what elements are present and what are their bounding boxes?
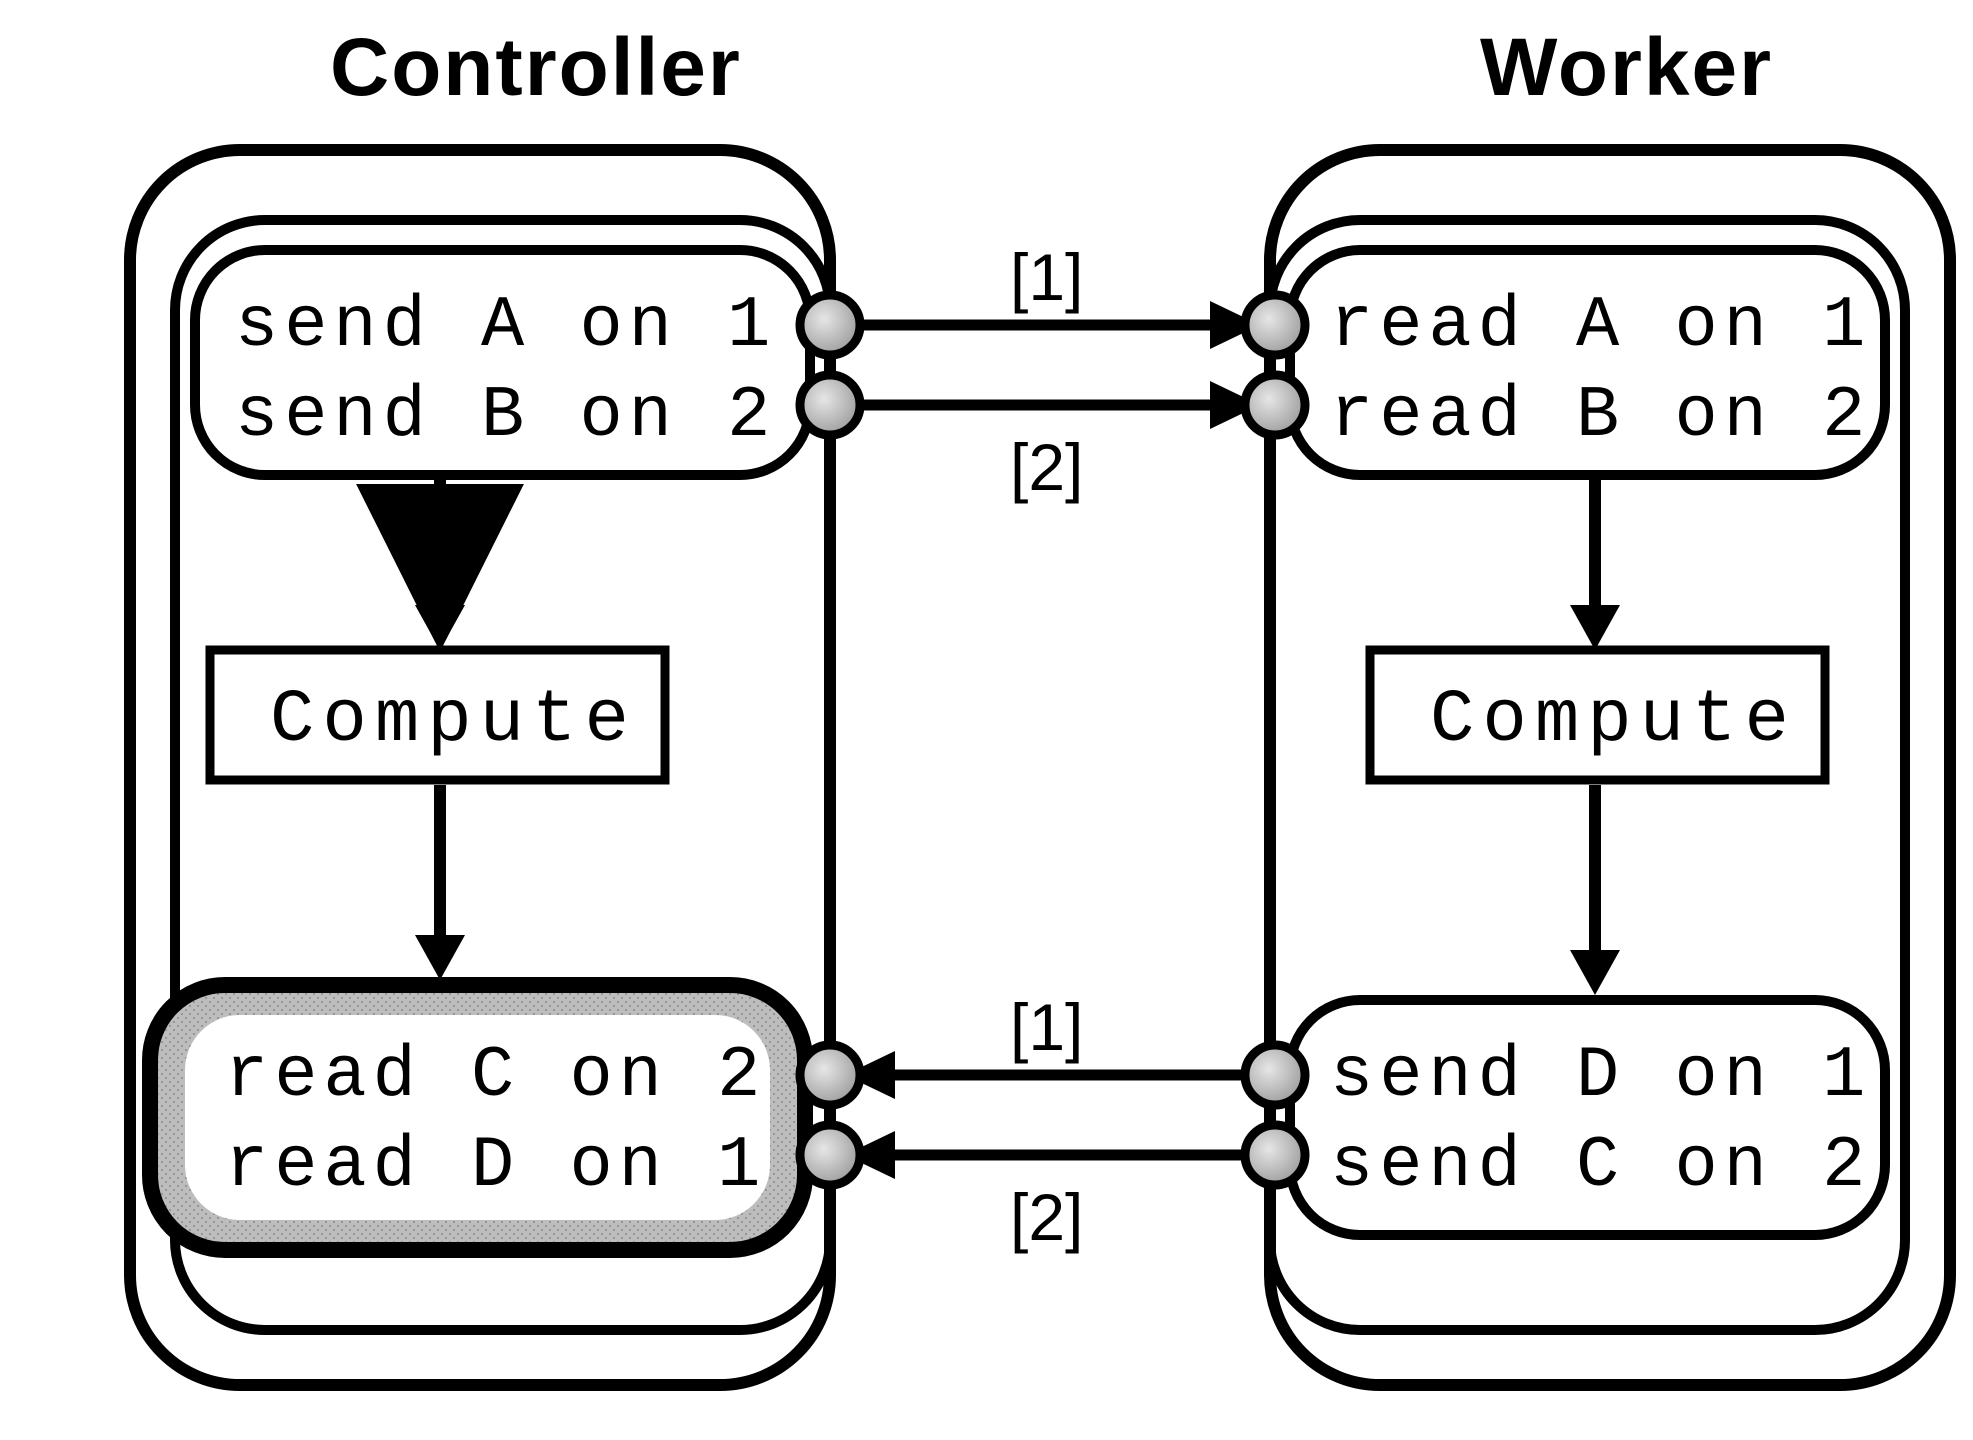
controller-title: Controller xyxy=(330,22,742,113)
diagram-root: Controller Worker send A on 1 send B on … xyxy=(0,0,1973,1440)
controller-send-line2: send B on 2 xyxy=(235,375,776,457)
channel-label-bot-1: [1] xyxy=(1010,990,1083,1064)
worker-compute-label: Compute xyxy=(1430,679,1797,763)
channel-label-bot-2: [2] xyxy=(1010,1180,1083,1254)
channel-label-top-2: [2] xyxy=(1010,430,1083,504)
port-icon xyxy=(1245,1125,1305,1185)
port-icon xyxy=(800,1125,860,1185)
controller-send-line1: send A on 1 xyxy=(235,285,776,367)
port-icon xyxy=(1245,375,1305,435)
worker-send-line1: send D on 1 xyxy=(1330,1035,1871,1117)
port-icon xyxy=(800,1045,860,1105)
controller-read-line1: read C on 2 xyxy=(225,1035,766,1117)
port-icon xyxy=(1245,295,1305,355)
worker-title: Worker xyxy=(1480,22,1773,113)
port-icon xyxy=(800,295,860,355)
diagram: Controller Worker send A on 1 send B on … xyxy=(130,22,1950,1385)
channel-label-top-1: [1] xyxy=(1010,240,1083,314)
controller-compute-label: Compute xyxy=(270,679,637,763)
worker-read-line2: read B on 2 xyxy=(1330,375,1871,457)
worker-send-line2: send C on 2 xyxy=(1330,1125,1871,1207)
controller-read-line2: read D on 1 xyxy=(225,1125,766,1207)
worker-read-line1: read A on 1 xyxy=(1330,285,1871,367)
port-icon xyxy=(800,375,860,435)
port-icon xyxy=(1245,1045,1305,1105)
